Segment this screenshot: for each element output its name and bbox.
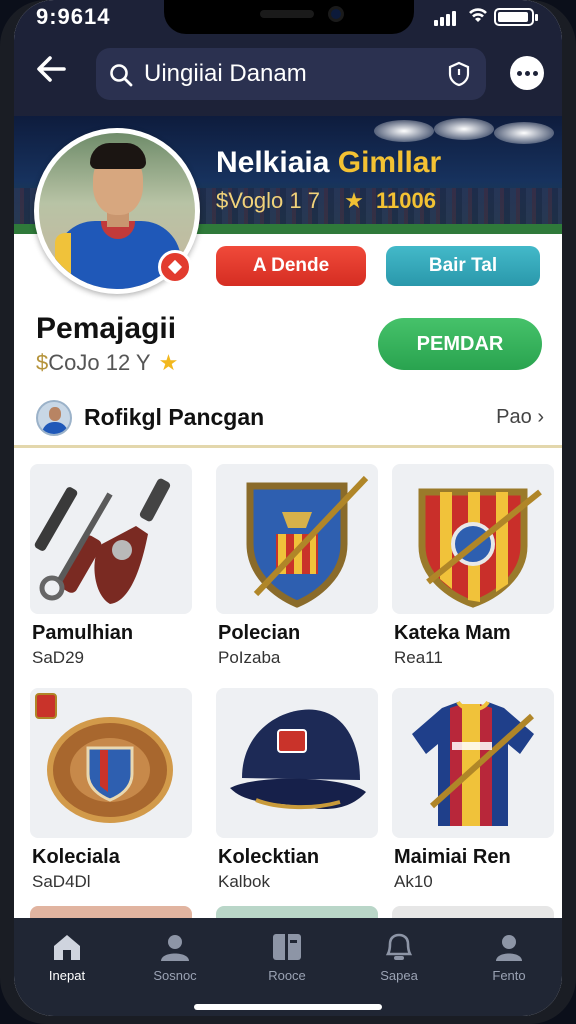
crest-emblem-image — [418, 488, 542, 608]
item-price: PoIzaba — [218, 648, 281, 667]
item-name: Kolecktian — [218, 846, 320, 868]
cap-image — [230, 709, 366, 810]
profile-name: Nelkiaia Gimllar — [216, 146, 441, 180]
seller-avatar — [36, 400, 72, 436]
tab-label: Rooce — [268, 968, 306, 983]
section-title: Pemajagii — [36, 312, 177, 345]
star-icon: ★ — [158, 350, 179, 375]
tab-profile[interactable]: Fento — [464, 932, 554, 983]
back-arrow-icon[interactable] — [34, 52, 74, 92]
star-icon: ★ — [344, 188, 364, 213]
profile-stats-prefix: $Voglo 1 7 — [216, 188, 320, 213]
battery-icon — [494, 8, 538, 26]
phone-frame: 9:9614 Uingiiai Danam Nelkiaia Gimllar $… — [0, 0, 576, 1024]
item-card[interactable] — [30, 464, 192, 614]
jersey-image — [412, 700, 535, 826]
green-action-button[interactable]: PEMDAR — [378, 318, 542, 370]
tab-home[interactable]: Inepat — [22, 932, 112, 983]
profile-name-last: Gimllar — [337, 146, 442, 179]
secondary-action-button[interactable]: Bair Tal — [386, 246, 540, 286]
item-price: Kalbok — [218, 872, 270, 891]
profile-name-first: Nelkiaia — [216, 146, 330, 179]
home-indicator[interactable] — [194, 1004, 382, 1010]
tab-bar: Inepat Sosnoc Rooce Sapea Fento — [14, 918, 562, 1016]
search-query: Uingiiai Danam — [144, 60, 307, 87]
shield-crest-image — [246, 475, 369, 608]
avatar[interactable] — [34, 128, 200, 294]
item-card[interactable] — [30, 688, 192, 838]
seller-link[interactable]: Pao › — [496, 406, 544, 429]
currency-symbol: $ — [36, 350, 49, 375]
status-time: 9:9614 — [36, 4, 111, 29]
item-name: Pamulhian — [32, 622, 134, 644]
section-subtitle-text: CoJo 12 Y — [48, 350, 151, 375]
bell-icon — [385, 933, 413, 960]
item-price: SaD29 — [32, 648, 84, 667]
item-name: Polecian — [218, 622, 301, 644]
item-name: Koleciala — [32, 846, 120, 868]
chevron-right-icon: › — [537, 406, 544, 428]
tab-label: Fento — [492, 968, 526, 983]
book-icon — [273, 934, 301, 960]
medal-coin-image — [35, 693, 173, 823]
search-icon — [108, 62, 134, 93]
primary-action-button[interactable]: A Dende — [216, 246, 366, 286]
item-price: SaD4Dl — [32, 872, 91, 891]
item-price: Ak10 — [394, 872, 433, 891]
search-person-icon — [161, 935, 189, 961]
notch — [164, 0, 414, 34]
seller-link-text: Pao — [496, 406, 532, 428]
search-bar[interactable]: Uingiiai Danam — [96, 48, 486, 100]
tab-search[interactable]: Sosnoc — [130, 932, 220, 983]
item-card[interactable] — [216, 688, 378, 838]
shield-icon[interactable] — [446, 61, 472, 92]
tab-book[interactable]: Rooce — [242, 932, 332, 983]
top-nav: Uingiiai Danam — [14, 40, 562, 116]
item-card[interactable] — [392, 464, 554, 614]
tab-notifications[interactable]: Sapea — [354, 932, 444, 983]
profile-stats: $Voglo 1 7 ★ 11006 — [216, 188, 436, 214]
tools-image — [34, 478, 171, 604]
item-name: Kateka Mam — [394, 622, 511, 644]
home-icon — [54, 935, 80, 960]
section-subtitle: $CoJo 12 Y ★ — [36, 350, 178, 376]
item-card[interactable] — [392, 688, 554, 838]
item-price: Rea11 — [394, 648, 443, 667]
wifi-icon — [466, 4, 490, 30]
item-card[interactable] — [216, 464, 378, 614]
tab-label: Sapea — [380, 968, 418, 983]
status-bar: 9:9614 — [14, 0, 562, 40]
screen: 9:9614 Uingiiai Danam Nelkiaia Gimllar $… — [14, 0, 562, 1016]
tab-label: Sosnoc — [153, 968, 197, 983]
profile-icon — [496, 935, 522, 961]
live-badge-icon — [158, 250, 192, 284]
seller-row[interactable]: Rofikgl Pancgan Pao › — [14, 390, 562, 448]
tab-label: Inepat — [48, 968, 86, 983]
seller-label: Rofikgl Pancgan — [84, 404, 265, 430]
more-options-icon[interactable] — [510, 56, 544, 90]
item-name: Maimiai Ren — [394, 846, 511, 868]
profile-rating: 11006 — [375, 188, 436, 213]
